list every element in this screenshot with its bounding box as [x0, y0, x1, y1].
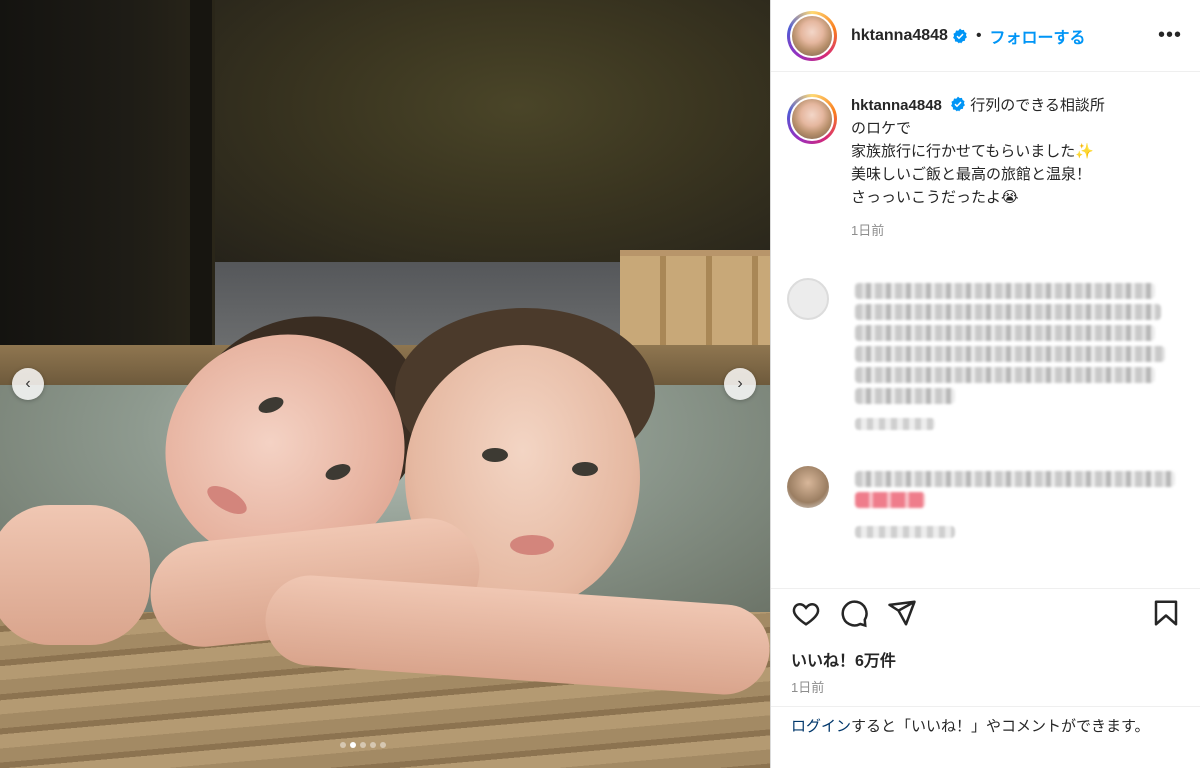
- background-frame: [190, 0, 212, 345]
- caption-line: 美味しいご飯と最高の旅館と温泉！: [851, 166, 1092, 183]
- comment-text-blurred: [855, 466, 1175, 538]
- carousel-dot: [350, 742, 356, 748]
- carousel-dot: [370, 742, 376, 748]
- background-door: [0, 0, 215, 350]
- post-actions: いいね！6万件 1日前: [771, 588, 1200, 696]
- post-header: hktanna4848 • フォローする •••: [771, 0, 1200, 72]
- separator: •: [975, 26, 982, 44]
- heart-icon[interactable]: [791, 598, 821, 628]
- more-options-icon[interactable]: •••: [1158, 24, 1182, 47]
- boy-lips: [510, 535, 554, 555]
- boy-eye-left: [482, 448, 508, 462]
- caption-line: さっっいこうだったよ😭: [851, 189, 1019, 206]
- caption-line: 行列のできる相談所: [970, 97, 1105, 114]
- carousel-dot: [380, 742, 386, 748]
- caption-line: 家族旅行に行かせてもらいました✨: [851, 143, 1094, 160]
- login-prompt: ログインすると「いいね！」やコメントができます。: [771, 706, 1200, 747]
- login-prompt-text: すると「いいね！」やコメントができます。: [851, 718, 1150, 735]
- post-sidebar: hktanna4848 • フォローする ••• hktanna4848 行列の…: [770, 0, 1200, 768]
- commenter-avatar[interactable]: [787, 466, 829, 508]
- girl-hand: [0, 505, 150, 645]
- carousel-dot: [340, 742, 346, 748]
- caption-username[interactable]: hktanna4848: [851, 97, 942, 114]
- commenter-avatar[interactable]: [787, 278, 829, 320]
- carousel-next-button[interactable]: ›: [724, 368, 756, 400]
- carousel-indicator: [340, 742, 386, 748]
- author-avatar[interactable]: [787, 10, 837, 61]
- caption-timestamp[interactable]: 1日前: [851, 219, 1171, 242]
- carousel-dot: [360, 742, 366, 748]
- comment-item: [771, 466, 1200, 538]
- caption-line: のロケで: [851, 120, 912, 137]
- likes-count[interactable]: いいね！6万件: [791, 647, 1181, 671]
- login-link[interactable]: ログイン: [791, 718, 851, 735]
- share-icon[interactable]: [887, 598, 917, 628]
- bookmark-icon[interactable]: [1151, 598, 1181, 628]
- post-media[interactable]: ‹ ›: [0, 0, 770, 768]
- follow-button[interactable]: フォローする: [990, 24, 1086, 48]
- comment-text-blurred: [855, 278, 1175, 430]
- author-username[interactable]: hktanna4848: [851, 27, 948, 45]
- comment-icon[interactable]: [839, 598, 869, 628]
- caption-author-avatar[interactable]: [787, 94, 837, 144]
- post-caption: hktanna4848 行列のできる相談所 のロケで 家族旅行に行かせてもらいま…: [771, 72, 1200, 242]
- background-wall: [210, 0, 770, 265]
- comment-item: [771, 278, 1200, 430]
- verified-badge-icon: [951, 96, 965, 112]
- verified-badge-icon: [953, 28, 967, 43]
- carousel-prev-button[interactable]: ‹: [12, 368, 44, 400]
- post-timestamp[interactable]: 1日前: [791, 677, 1181, 696]
- boy-eye-right: [572, 462, 598, 476]
